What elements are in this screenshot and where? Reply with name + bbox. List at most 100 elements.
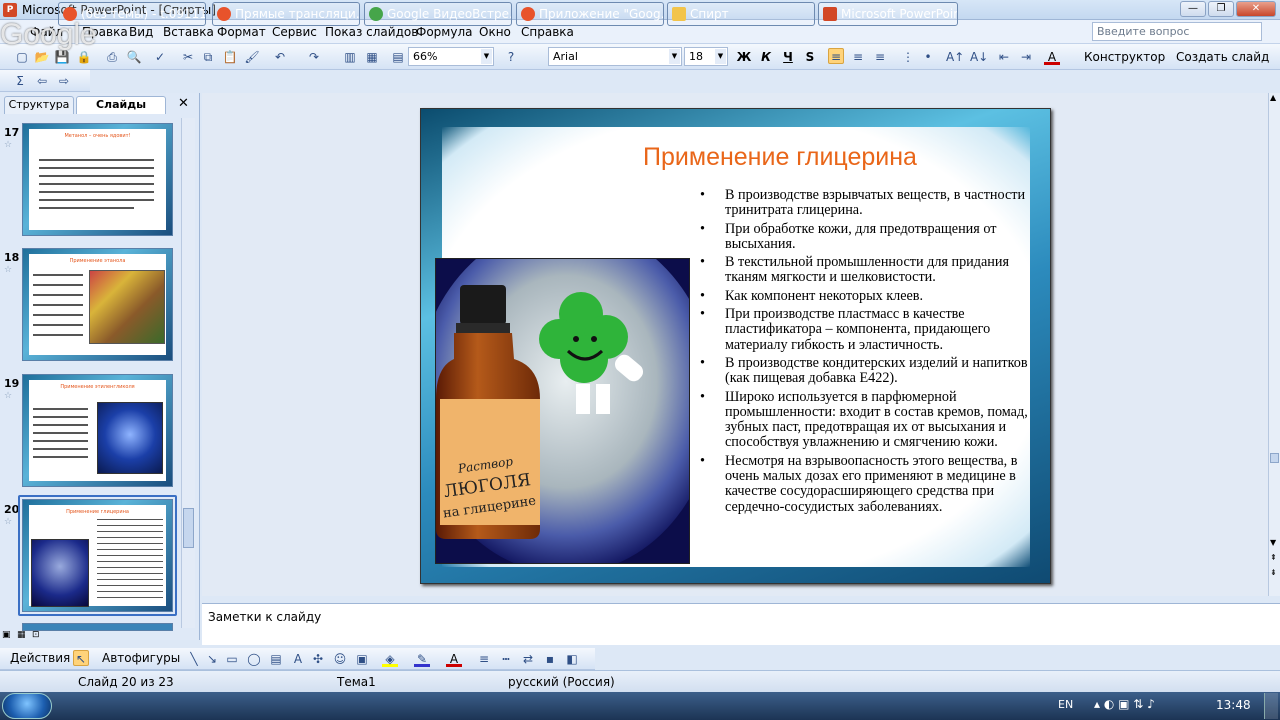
menu-view[interactable]: Вид (129, 25, 153, 39)
italic-button[interactable]: К (758, 49, 774, 65)
zoom-select[interactable]: 66% ▼ (408, 47, 494, 66)
chart-icon[interactable]: ▥ (342, 49, 358, 65)
sum-icon[interactable]: Σ (12, 73, 28, 89)
spelling-icon[interactable]: ✓ (152, 49, 168, 65)
notes-pane[interactable]: Заметки к слайду (202, 603, 1280, 645)
decrease-font-icon[interactable]: A↓ (970, 49, 988, 65)
arrow-right-icon[interactable]: ⇨ (56, 73, 72, 89)
shadow-button[interactable]: S (802, 49, 818, 65)
align-right-icon[interactable]: ≡ (872, 49, 888, 65)
cut-icon[interactable]: ✂ (180, 49, 196, 65)
underline-button[interactable]: Ч (780, 49, 796, 65)
wordart-icon[interactable]: A (290, 651, 306, 667)
autoshapes-menu[interactable]: Автофигуры (102, 651, 180, 665)
slide-number: 19 (4, 377, 20, 390)
tab-slides[interactable]: Слайды (76, 96, 166, 114)
increase-indent-icon[interactable]: ⇥ (1018, 49, 1034, 65)
restore-button[interactable]: ❐ (1208, 1, 1234, 17)
actions-menu[interactable]: Действия (10, 651, 70, 665)
menu-formula[interactable]: Формула (416, 25, 472, 39)
dash-style-icon[interactable]: ┅ (498, 651, 514, 667)
vertical-scrollbar[interactable]: ▲ ▼ ⇞ ⇟ (1268, 93, 1280, 596)
arrow-left-icon[interactable]: ⇦ (34, 73, 50, 89)
slide-thumbnail-21[interactable] (22, 623, 173, 631)
table-icon[interactable]: ▦ (364, 49, 380, 65)
fill-color-icon[interactable]: ◈ (382, 651, 398, 667)
close-button[interactable]: ✕ (1236, 1, 1276, 17)
3d-style-icon[interactable]: ◧ (564, 651, 580, 667)
preview-icon[interactable]: 🔍 (126, 49, 142, 65)
decrease-indent-icon[interactable]: ⇤ (996, 49, 1012, 65)
oval-icon[interactable]: ◯ (246, 651, 262, 667)
shadow-style-icon[interactable]: ▪ (542, 651, 558, 667)
line-style-icon[interactable]: ≡ (476, 651, 492, 667)
menu-format[interactable]: Формат (217, 25, 266, 39)
select-arrow-icon[interactable]: ↖ (73, 650, 89, 666)
close-icon[interactable]: ✕ (178, 96, 189, 111)
normal-view-icon[interactable]: ▣ (2, 630, 11, 640)
tab-outline[interactable]: Структура (4, 96, 74, 114)
start-button[interactable] (2, 693, 52, 719)
diagram-icon[interactable]: ✣ (310, 651, 326, 667)
show-desktop-button[interactable] (1264, 693, 1278, 719)
taskbar-item[interactable]: Спирт (667, 2, 815, 26)
minimize-button[interactable]: — (1180, 1, 1206, 17)
arrow-style-icon[interactable]: ⇄ (520, 651, 536, 667)
numbering-icon[interactable]: ⋮ (900, 49, 916, 65)
slide-thumbnail-19[interactable]: Применение этиленгликоля (22, 374, 173, 487)
bullets-icon[interactable]: • (920, 49, 936, 65)
redo-icon[interactable]: ↷ (306, 49, 322, 65)
slide-bullet-list[interactable]: В производстве взрывчатых веществ, в час… (700, 187, 1030, 518)
taskbar-item[interactable]: Прямые трансляци... (212, 2, 360, 26)
align-center-icon[interactable]: ≡ (850, 49, 866, 65)
scroll-up-icon[interactable]: ▲ (1270, 93, 1276, 102)
designer-button[interactable]: Конструктор (1084, 50, 1165, 64)
menu-help[interactable]: Справка (521, 25, 574, 39)
align-left-icon[interactable]: ≡ (828, 48, 844, 64)
slideshow-view-icon[interactable]: ⊡ (32, 630, 40, 640)
font-size-select[interactable]: 18 ▼ (684, 47, 728, 66)
paste-icon[interactable]: 📋 (222, 49, 238, 65)
font-select[interactable]: Arial ▼ (548, 47, 682, 66)
taskbar-item[interactable]: Приложение "Goog... (516, 2, 664, 26)
help-search-input[interactable]: Введите вопрос (1092, 22, 1262, 41)
tray-icons[interactable]: ▴ ◐ ▣ ⇅ ♪ (1094, 697, 1155, 711)
slide-title[interactable]: Применение глицерина (560, 143, 1000, 172)
input-language[interactable]: EN (1058, 698, 1073, 711)
line-color-icon[interactable]: ✎ (414, 651, 430, 667)
sorter-view-icon[interactable]: ▦ (17, 630, 26, 640)
rectangle-icon[interactable]: ▭ (224, 651, 240, 667)
increase-font-icon[interactable]: A↑ (946, 49, 964, 65)
scroll-down-icon[interactable]: ▼ (1270, 538, 1276, 547)
picture-icon[interactable]: ▣ (354, 651, 370, 667)
panel-scrollbar[interactable] (181, 118, 195, 628)
help-icon[interactable]: ? (503, 49, 519, 65)
taskbar-item-active[interactable]: Microsoft PowerPoin... (818, 2, 958, 26)
bold-button[interactable]: Ж (736, 49, 752, 65)
slide-thumbnail-18[interactable]: Применение этанола (22, 248, 173, 361)
undo-icon[interactable]: ↶ (272, 49, 288, 65)
scrollbar-thumb[interactable] (1270, 453, 1279, 463)
font-color-icon[interactable]: A (446, 651, 462, 667)
menu-insert[interactable]: Вставка (163, 25, 214, 39)
format-painter-icon[interactable]: 🖌 (244, 49, 260, 65)
slide-thumbnail-17[interactable]: Метанол – очень ядовит! (22, 123, 173, 236)
next-slide-icon[interactable]: ⇟ (1270, 568, 1277, 577)
copy-icon[interactable]: ⧉ (200, 49, 216, 65)
slide-thumbnail-20[interactable]: Применение глицерина (22, 499, 173, 612)
scrollbar-thumb[interactable] (183, 508, 194, 548)
textbox-icon[interactable]: ▤ (268, 651, 284, 667)
prev-slide-icon[interactable]: ⇞ (1270, 553, 1277, 562)
taskbar-item[interactable]: Google ВидеоВстре... (364, 2, 512, 26)
menu-tools[interactable]: Сервис (272, 25, 317, 39)
arrow-icon[interactable]: ↘ (204, 651, 220, 667)
grid-icon[interactable]: ▤ (390, 49, 406, 65)
print-icon[interactable]: ⎙ (104, 49, 120, 65)
clipart-icon[interactable]: ☺ (332, 651, 348, 667)
font-color-icon[interactable]: A (1044, 49, 1060, 65)
menu-slideshow[interactable]: Показ слайдов (325, 25, 418, 39)
menu-window[interactable]: Окно (479, 25, 511, 39)
slide-picture[interactable]: Раствор ЛЮГОЛЯ на глицерине (435, 258, 690, 564)
line-icon[interactable]: ╲ (186, 651, 202, 667)
new-slide-button[interactable]: Создать слайд (1176, 50, 1269, 64)
